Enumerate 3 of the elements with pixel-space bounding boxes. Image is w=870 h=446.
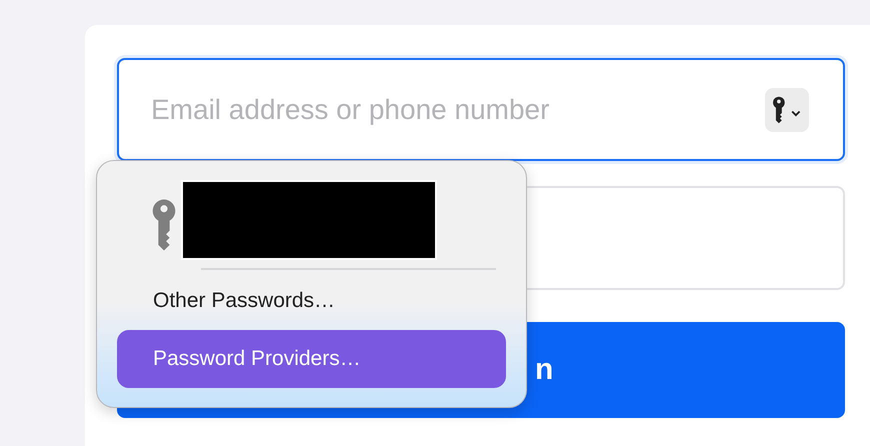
email-field[interactable]: Email address or phone number xyxy=(117,58,845,161)
password-key-button[interactable] xyxy=(765,88,809,132)
menu-item[interactable]: Password Providers… xyxy=(117,330,506,388)
